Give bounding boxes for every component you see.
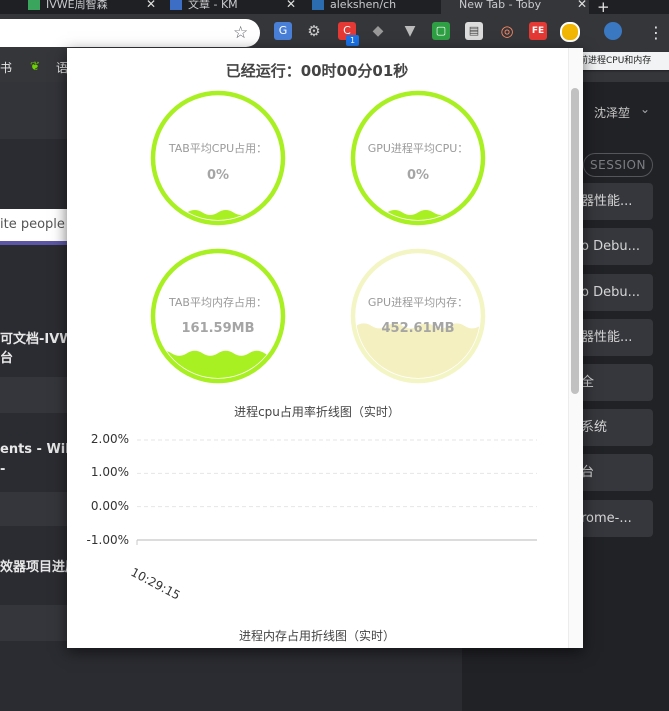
- runtime-label: 已经运行：00时00分01秒: [225, 62, 409, 80]
- tab-title: New Tab - Toby: [459, 0, 542, 11]
- sidebar-item[interactable]: 器性能...: [575, 183, 653, 220]
- gauge-ring: [350, 248, 486, 384]
- km-icon: [170, 0, 182, 10]
- translate-extension-icon[interactable]: G: [274, 22, 292, 40]
- gauge-label: TAB平均CPU占用：: [168, 142, 268, 155]
- sidebar-item[interactable]: o Debu...: [575, 274, 653, 311]
- tab-manager-extension-icon[interactable]: ▤: [465, 22, 483, 40]
- close-icon[interactable]: ✕: [286, 0, 296, 10]
- extension-badge: 1: [346, 35, 359, 46]
- menu-icon[interactable]: ⋮: [648, 24, 664, 42]
- tab-title: 文章 - KM: [188, 0, 238, 11]
- toby-icon: [441, 0, 453, 10]
- people-filter-input[interactable]: ite people: [0, 209, 68, 245]
- address-bar[interactable]: ☆: [0, 19, 260, 47]
- gear-extension-icon[interactable]: ⚙: [305, 22, 323, 40]
- user-name[interactable]: 沈泽堃: [594, 104, 630, 121]
- gauge-outline: [150, 90, 286, 226]
- browser-tab-active[interactable]: New Tab - Toby ✕: [441, 0, 589, 14]
- scrollbar-thumb[interactable]: [571, 88, 579, 394]
- browser-toolbar: ☆ G ⚙ C 1 ◆ ▼ ▢ ▤ ◎ FE ⋮: [0, 14, 669, 52]
- list-row: [0, 377, 68, 413]
- window-extension-icon[interactable]: ▢: [432, 22, 450, 40]
- gauge-ring: [150, 90, 286, 226]
- gauge-label: GPU进程平均CPU：: [367, 142, 469, 155]
- vue-extension-icon[interactable]: ▼: [401, 22, 419, 40]
- new-tab-button[interactable]: +: [597, 0, 610, 14]
- gauge-ring: [350, 90, 486, 226]
- sidebar-item[interactable]: rome-...: [575, 500, 653, 537]
- memory-chart-title: 进程内存占用折线图（实时）: [238, 629, 395, 643]
- gauge-fill: [156, 210, 280, 220]
- sidebar-item[interactable]: 器性能...: [575, 319, 653, 356]
- fe-extension-icon[interactable]: FE: [529, 22, 547, 40]
- gauge-label: TAB平均内存占用：: [169, 296, 267, 309]
- browser-tab[interactable]: 文章 - KM ✕: [170, 0, 298, 14]
- list-row: [0, 492, 68, 526]
- browser-tab[interactable]: IVWE周智森 ✕: [28, 0, 158, 14]
- sidebar-item[interactable]: 全: [575, 364, 653, 401]
- gauge-tab-cpu: TAB平均CPU占用： 0%: [148, 88, 288, 228]
- tab-title: alekshen/ch: [330, 0, 397, 11]
- gauge-value: 0%: [206, 168, 230, 183]
- header-block: [0, 82, 68, 139]
- gauge-gpu-cpu: GPU进程平均CPU： 0%: [348, 88, 488, 228]
- browser-tab[interactable]: alekshen/ch: [312, 0, 440, 14]
- gauge-value: 0%: [406, 168, 430, 183]
- leaf-icon: ❦: [30, 59, 41, 73]
- sidebar-item[interactable]: o Debu...: [575, 228, 653, 265]
- chevron-down-icon[interactable]: ⌄: [640, 102, 650, 116]
- list-item[interactable]: 台: [0, 347, 13, 366]
- gauge-label: GPU进程平均内存：: [367, 296, 469, 309]
- tab-title: IVWE周智森: [46, 0, 108, 11]
- bookmark-item[interactable]: 书: [0, 59, 12, 76]
- sheet-icon: [28, 0, 40, 10]
- sidebar-item[interactable]: 台: [575, 454, 653, 491]
- sidebar-item[interactable]: 系统: [575, 409, 653, 446]
- gauge-value: 452.61MB: [381, 321, 455, 336]
- session-badge[interactable]: SESSION: [583, 153, 653, 177]
- list-row: [0, 605, 68, 641]
- avatar[interactable]: [604, 22, 622, 40]
- close-icon[interactable]: ✕: [146, 0, 156, 10]
- gauge-value: 161.59MB: [181, 321, 255, 336]
- bookmark-star-icon[interactable]: ☆: [233, 23, 248, 43]
- close-icon[interactable]: ✕: [577, 0, 587, 10]
- repo-icon: [312, 0, 324, 10]
- cpu-monitor-popup: 已经运行：00时00分01秒 TAB平均CPU占用： 0% GPU进程平均CPU…: [67, 48, 583, 648]
- gauge-tab-memory: TAB平均内存占用： 161.59MB: [148, 246, 288, 386]
- gauge-fill: [356, 210, 480, 220]
- layers-extension-icon[interactable]: ◆: [369, 22, 387, 40]
- gauge-gpu-memory: GPU进程平均内存： 452.61MB: [348, 246, 488, 386]
- circle-extension-icon[interactable]: ◎: [498, 22, 516, 40]
- cpu-chart-title: 进程cpu占用率折线图（实时）: [234, 405, 400, 419]
- cpu-monitor-extension-icon[interactable]: [560, 22, 580, 42]
- gauge-ring: [150, 248, 286, 384]
- list-item[interactable]: -: [0, 462, 5, 477]
- gauge-outline: [350, 90, 486, 226]
- tab-strip: IVWE周智森 ✕ 文章 - KM ✕ alekshen/ch New Tab …: [0, 0, 669, 14]
